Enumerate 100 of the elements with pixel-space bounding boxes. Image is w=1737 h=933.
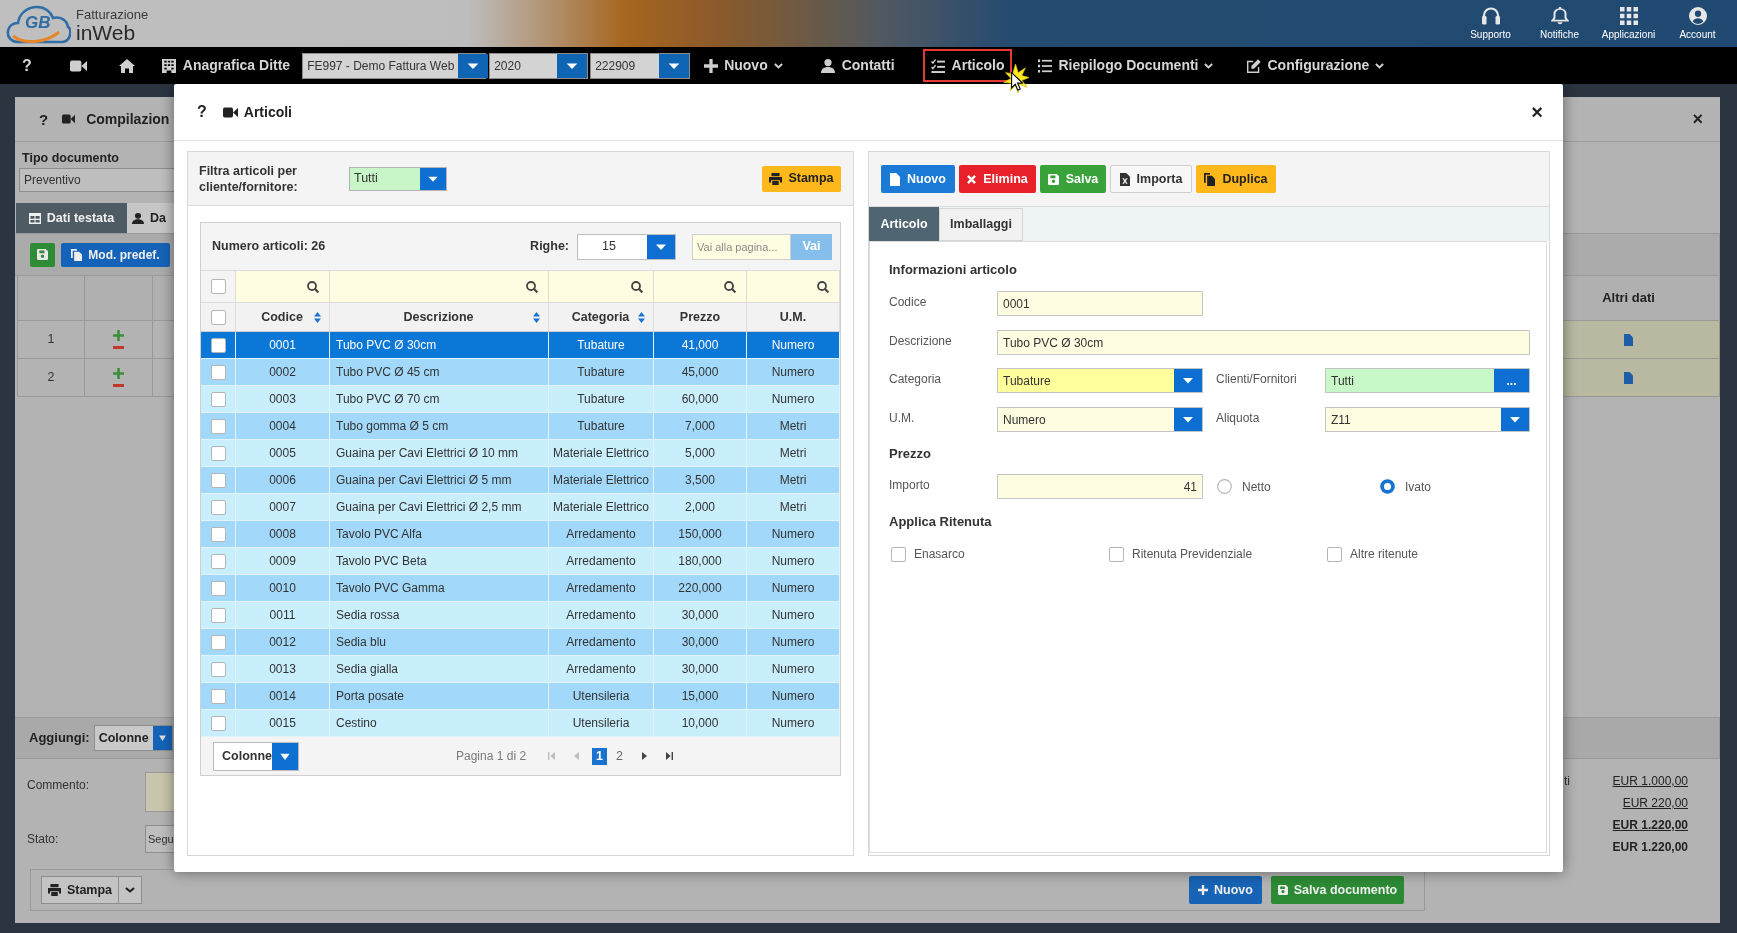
column-header[interactable]: U.M.: [747, 307, 839, 327]
customer-filter-select[interactable]: Tutti: [349, 166, 447, 191]
checkbox[interactable]: [210, 364, 226, 380]
table-row[interactable]: 0014 Porta posate Utensileria 15,000 Numero: [201, 683, 840, 710]
previous-page-icon[interactable]: [574, 752, 580, 760]
help-button[interactable]: ?: [197, 104, 207, 120]
first-page-icon[interactable]: [548, 752, 556, 760]
video-camera-icon[interactable]: [222, 106, 238, 118]
checkbox[interactable]: [210, 279, 226, 294]
support-button[interactable]: Supporto: [1456, 1, 1525, 46]
amount-field[interactable]: 41: [997, 474, 1203, 499]
checkbox[interactable]: [210, 309, 226, 325]
document-type-select[interactable]: Preventivo: [19, 168, 174, 192]
nav-select[interactable]: 222909: [590, 52, 691, 79]
save-document-button[interactable]: Salva documento: [1271, 876, 1404, 904]
checkbox[interactable]: [210, 472, 226, 488]
checkbox[interactable]: [1109, 546, 1124, 562]
print-button[interactable]: Stampa: [762, 165, 841, 192]
table-row[interactable]: 0002 Tubo PVC Ø 45 cm Tubature 45,000 Numero: [201, 359, 840, 386]
go-to-page-field[interactable]: Vai alla pagina...: [692, 233, 791, 260]
checkbox[interactable]: [210, 661, 226, 677]
column-header[interactable]: Categoria: [563, 307, 638, 327]
filter-field[interactable]: [654, 271, 747, 302]
radio-button[interactable]: [1380, 479, 1395, 494]
checkbox[interactable]: [210, 715, 226, 731]
checkbox[interactable]: [210, 553, 226, 569]
help-button[interactable]: ?: [39, 111, 49, 127]
code-field[interactable]: 0001: [997, 291, 1203, 316]
help-button[interactable]: ?: [22, 57, 32, 74]
last-page-icon[interactable]: [666, 752, 674, 760]
tab[interactable]: Articolo: [869, 207, 939, 241]
comment-field[interactable]: [145, 772, 174, 812]
nav-menu[interactable]: Nuovo: [696, 49, 791, 82]
home-icon[interactable]: [118, 58, 135, 73]
total-link[interactable]: EUR 220,00: [1622, 794, 1688, 812]
category-select[interactable]: Tubature: [997, 368, 1203, 393]
save-button[interactable]: [30, 242, 55, 267]
notifications-button[interactable]: Notifiche: [1525, 1, 1594, 46]
vat-select[interactable]: Z11: [1325, 407, 1530, 432]
import-button[interactable]: Importa: [1110, 165, 1192, 193]
table-row[interactable]: 0013 Sedia gialla Arredamento 30,000 Numero: [201, 656, 840, 683]
file-icon[interactable]: [1624, 333, 1633, 346]
checkbox[interactable]: [210, 391, 226, 407]
table-row[interactable]: 0009 Tavolo PVC Beta Arredamento 180,000 Numero: [201, 548, 840, 575]
table-row[interactable]: 0010 Tavolo PVC Gamma Arredamento 220,000 Numero: [201, 575, 840, 602]
column-header[interactable]: Descrizione: [344, 307, 533, 327]
checkbox[interactable]: [891, 546, 906, 562]
browse-button[interactable]: ...: [1494, 369, 1529, 392]
plus-icon[interactable]: [113, 330, 124, 341]
table-row[interactable]: 0011 Sedia rossa Arredamento 30,000 Numero: [201, 602, 840, 629]
checkbox[interactable]: [210, 337, 226, 353]
close-button[interactable]: ×: [1531, 102, 1543, 122]
checkbox[interactable]: [210, 499, 226, 515]
checkbox[interactable]: [1327, 546, 1342, 562]
checkbox[interactable]: [210, 526, 226, 542]
table-row[interactable]: 0006 Guaina per Cavi Elettrici Ø 5 mm Materiale Elettrico 3,500 Metri: [201, 467, 840, 494]
tab[interactable]: Da: [127, 203, 174, 233]
file-icon[interactable]: [1624, 371, 1633, 384]
total-link[interactable]: EUR 1.000,00: [1612, 772, 1688, 790]
dropdown-button[interactable]: [119, 876, 142, 904]
table-row[interactable]: 0003 Tubo PVC Ø 70 cm Tubature 60,000 Numero: [201, 386, 840, 413]
page-button[interactable]: 2: [612, 747, 628, 765]
columns-select[interactable]: Colonne: [213, 741, 299, 771]
column-header[interactable]: Prezzo: [654, 307, 746, 327]
video-camera-icon[interactable]: [69, 59, 87, 72]
account-button[interactable]: Account: [1663, 1, 1732, 46]
table-row[interactable]: 0004 Tubo gomma Ø 5 cm Tubature 7,000 Metri: [201, 413, 840, 440]
table-row[interactable]: 0005 Guaina per Cavi Elettrici Ø 10 mm Materiale Elettrico 5,000 Metri: [201, 440, 840, 467]
delete-button[interactable]: Elimina: [959, 165, 1036, 193]
filter-field[interactable]: [549, 271, 654, 302]
table-row[interactable]: 0007 Guaina per Cavi Elettrici Ø 2,5 mm Materiale Elettrico 2,000 Metri: [201, 494, 840, 521]
nav-link[interactable]: Contatti: [812, 49, 903, 82]
unit-select[interactable]: Numero: [997, 407, 1203, 432]
dropdown-caret-icon[interactable]: [458, 53, 489, 78]
preset-button[interactable]: Mod. predef.: [61, 242, 170, 267]
duplicate-button[interactable]: Duplica: [1196, 165, 1276, 193]
checkbox[interactable]: [210, 634, 226, 650]
close-button[interactable]: ×: [1692, 110, 1703, 128]
description-field[interactable]: Tubo PVC Ø 30cm: [997, 330, 1530, 355]
radio-button[interactable]: [1217, 479, 1232, 494]
table-row[interactable]: 0012 Sedia blu Arredamento 30,000 Numero: [201, 629, 840, 656]
filter-field[interactable]: [747, 271, 840, 302]
new-button[interactable]: Nuovo: [881, 165, 955, 193]
new-button[interactable]: Nuovo: [1189, 876, 1262, 904]
clients-field[interactable]: Tutti ...: [1325, 368, 1530, 393]
checkbox[interactable]: [210, 445, 226, 461]
rows-per-page-select[interactable]: 15: [577, 233, 676, 260]
status-select[interactable]: Segu: [145, 825, 174, 853]
column-header[interactable]: Codice: [250, 307, 314, 327]
apps-button[interactable]: Applicazioni: [1594, 1, 1663, 46]
nav-menu[interactable]: Riepilogo Documenti: [1030, 49, 1222, 82]
nav-link[interactable]: Anagrafica Ditte: [153, 49, 299, 82]
page-button[interactable]: 1: [592, 747, 608, 765]
filter-field[interactable]: [330, 271, 549, 302]
nav-menu[interactable]: Configurazione: [1239, 49, 1393, 82]
plus-icon[interactable]: [113, 368, 124, 379]
table-row[interactable]: 0001 Tubo PVC Ø 30cm Tubature 41,000 Numero: [201, 332, 840, 359]
checkbox[interactable]: [210, 580, 226, 596]
next-page-icon[interactable]: [642, 752, 648, 760]
nav-select[interactable]: 2020: [489, 52, 589, 79]
